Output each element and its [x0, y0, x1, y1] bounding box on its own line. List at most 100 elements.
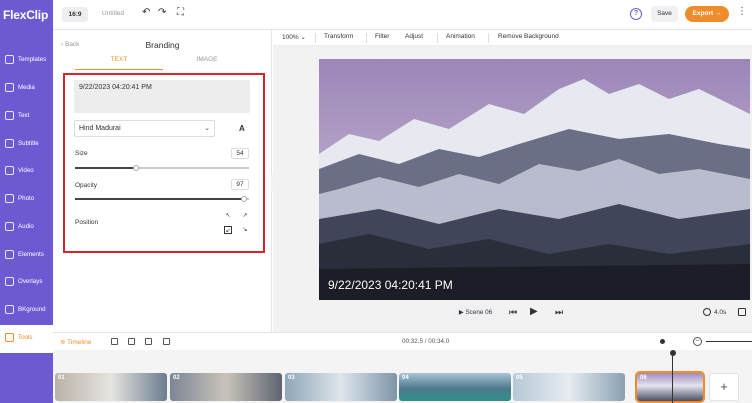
font-select[interactable]: Hind Madurai ⌄	[74, 120, 215, 137]
sidebar-item-bkground[interactable]: BKground	[0, 297, 53, 325]
timeline-clip[interactable]: 05	[513, 373, 625, 401]
position-bottom-right-icon[interactable]: ↘	[241, 226, 249, 234]
undo-icon[interactable]: ↶	[142, 7, 150, 18]
sidebar-item-label: Video	[18, 167, 34, 174]
clip-number: 03	[288, 375, 295, 381]
divider	[315, 33, 316, 43]
clip-number: 06	[640, 375, 647, 381]
position-top-right-icon[interactable]: ↗	[241, 212, 249, 220]
next-icon[interactable]: ⏭	[555, 307, 563, 318]
sidebar-item-elements[interactable]: Elements	[0, 242, 53, 270]
sidebar-item-photo[interactable]: Photo	[0, 186, 53, 214]
fit-screen-icon[interactable]	[738, 308, 746, 316]
opacity-slider-thumb[interactable]	[240, 195, 247, 202]
position-top-left-icon[interactable]: ↖	[224, 212, 232, 220]
top-bar: 16:9 Untitled ↶ ↷ ⛶ ? Save Export → ⋮	[53, 0, 752, 30]
timeline-clip[interactable]: 06	[635, 371, 705, 403]
sidebar-item-overlays[interactable]: Overlays	[0, 269, 53, 297]
size-value-input[interactable]: 54	[231, 148, 249, 159]
project-title[interactable]: Untitled	[102, 10, 124, 17]
timeline-clip[interactable]: 01	[55, 373, 167, 401]
redo-icon[interactable]: ↷	[158, 7, 166, 18]
save-button[interactable]: Save	[651, 6, 678, 22]
sidebar-item-audio[interactable]: Audio	[0, 214, 53, 242]
adjust-button[interactable]: Adjust	[405, 33, 423, 40]
delete-icon[interactable]	[163, 338, 170, 345]
animation-button[interactable]: Animation	[446, 33, 475, 40]
clip-number: 02	[173, 375, 180, 381]
sidebar-item-text[interactable]: Text	[0, 103, 53, 131]
video-icon	[5, 166, 14, 175]
timeline-zoom-slider[interactable]	[706, 341, 752, 342]
export-button[interactable]: Export →	[685, 6, 729, 22]
audio-icon	[5, 222, 14, 231]
clip-number: 05	[516, 375, 523, 381]
sidebar-item-media[interactable]: Media	[0, 75, 53, 103]
size-slider-thumb[interactable]	[132, 164, 139, 171]
timeline-clip[interactable]: 02	[170, 373, 282, 401]
help-icon[interactable]: ?	[630, 8, 642, 20]
opacity-value-input[interactable]: 97	[231, 179, 249, 190]
split-icon[interactable]	[128, 338, 135, 345]
scene-button[interactable]: ▶ Scene 06	[453, 305, 498, 321]
add-clip-button[interactable]: +	[709, 373, 739, 401]
edit-toolbar: 100% ⌄ Transform Filter Adjust Animation…	[273, 30, 752, 46]
scene-duration[interactable]: 4.0s	[714, 309, 726, 316]
play-icon[interactable]: ▶	[530, 306, 538, 317]
zoom-out-icon[interactable]: −	[693, 337, 702, 346]
divider	[437, 33, 438, 43]
subtitle-icon	[5, 139, 14, 148]
more-options-icon[interactable]: ⋮	[737, 6, 747, 17]
tab-image[interactable]: IMAGE	[163, 56, 251, 70]
remove-background-button[interactable]: Remove Background	[498, 33, 559, 40]
overlays-icon	[5, 277, 14, 286]
sidebar-item-video[interactable]: Video	[0, 158, 53, 186]
opacity-slider-fill	[75, 198, 244, 200]
sidebar-item-label: Text	[18, 112, 30, 119]
sidebar-item-label: Audio	[18, 223, 34, 230]
sidebar-item-label: Photo	[18, 195, 35, 202]
sidebar-item-label: Subtitle	[18, 140, 39, 147]
sidebar-item-tools[interactable]: Tools	[0, 325, 53, 353]
playhead-handle[interactable]	[670, 350, 676, 356]
sidebar-item-subtitle[interactable]: Subtitle	[0, 131, 53, 159]
tab-text[interactable]: TEXT	[75, 56, 163, 70]
sidebar-item-templates[interactable]: Templates	[0, 47, 53, 75]
clip-number: 04	[402, 375, 409, 381]
panel-title: Branding	[145, 40, 180, 50]
sidebar-item-label: Overlays	[18, 278, 43, 285]
branding-text-input[interactable]: 9/22/2023 04:20:41 PM	[74, 80, 250, 113]
sidebar-item-label: Tools	[18, 334, 33, 341]
chevron-down-icon: ⌄	[204, 125, 210, 132]
aspect-ratio-button[interactable]: 16:9	[62, 7, 88, 22]
clock-icon	[703, 308, 711, 316]
timeline-bar: ≋ Timeline 00:32.5 / 00:34.0 −	[53, 332, 752, 350]
timeline-clip[interactable]: 04	[399, 373, 511, 401]
fullscreen-icon[interactable]: ⛶	[177, 7, 184, 18]
mountain-scene-image	[319, 59, 750, 300]
font-style-icon[interactable]: A	[239, 124, 245, 133]
previous-icon[interactable]: ⏮	[509, 307, 517, 318]
position-bottom-left-icon[interactable]: ↙	[224, 226, 232, 234]
media-icon	[5, 83, 14, 92]
timeline-zoom-thumb[interactable]	[659, 339, 665, 344]
scene-label: Scene 06	[465, 309, 493, 316]
timeline-clip[interactable]: 03	[285, 373, 397, 401]
filter-button[interactable]: Filter	[375, 33, 389, 40]
zoom-select[interactable]: 100% ⌄	[282, 33, 306, 41]
video-preview[interactable]: 9/22/2023 04:20:41 PM	[319, 59, 750, 300]
sidebar: FlexClip Templates Media Text Subtitle Video…	[0, 0, 53, 403]
playhead[interactable]	[672, 352, 673, 403]
size-slider-track[interactable]	[75, 164, 249, 171]
transform-button[interactable]: Transform	[324, 33, 353, 40]
sidebar-item-label: Media	[18, 84, 35, 91]
add-scene-icon[interactable]	[111, 338, 118, 345]
divider	[366, 33, 367, 43]
duplicate-icon[interactable]	[145, 338, 152, 345]
opacity-slider-track[interactable]	[75, 195, 249, 202]
flexclip-logo[interactable]: FlexClip	[3, 8, 48, 22]
tools-icon	[5, 333, 14, 342]
branding-overlay-text[interactable]: 9/22/2023 04:20:41 PM	[328, 278, 453, 292]
timeline-toggle[interactable]: ≋ Timeline	[60, 338, 91, 346]
sidebar-item-label: BKground	[18, 306, 46, 313]
